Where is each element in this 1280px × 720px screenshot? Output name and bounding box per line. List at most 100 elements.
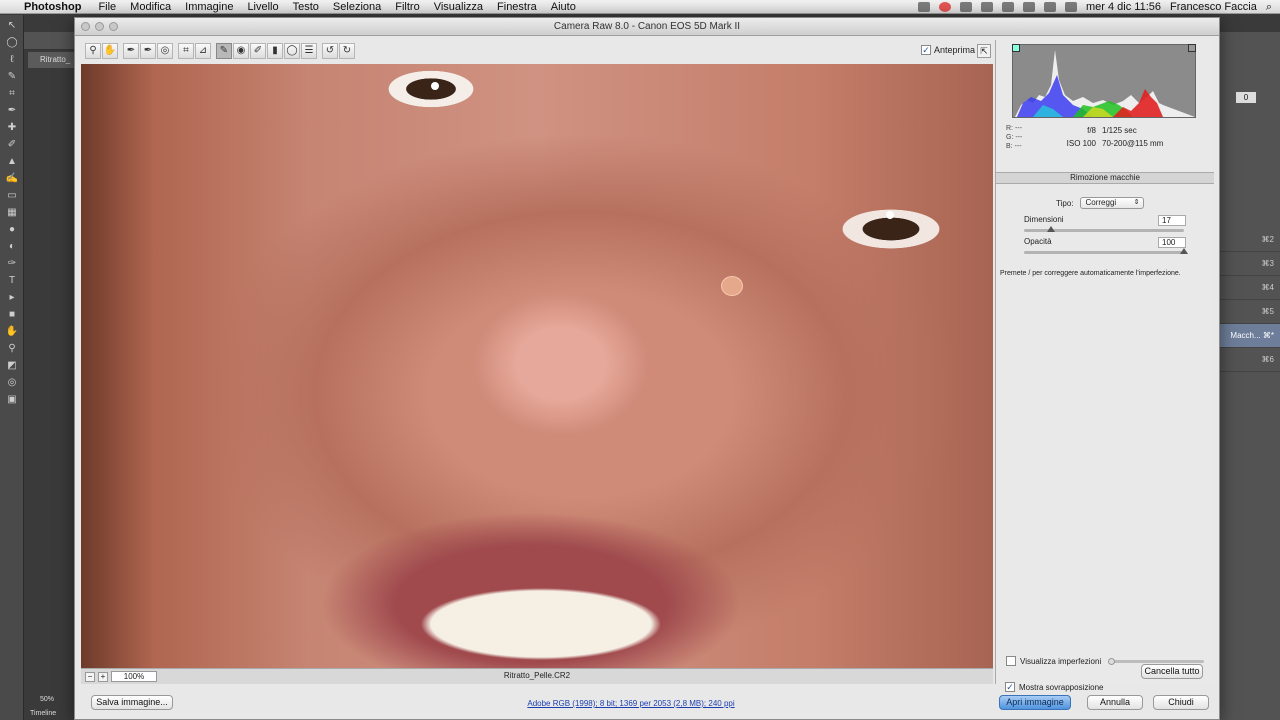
bluetooth-icon[interactable]	[1002, 2, 1014, 12]
healing-tool-icon[interactable]: ✚	[4, 122, 20, 134]
path-select-icon[interactable]: ▸	[4, 292, 20, 304]
opt-value-field[interactable]: 0	[1236, 92, 1256, 103]
blur-tool-icon[interactable]: ●	[4, 224, 20, 236]
shape-tool-icon[interactable]: ■	[4, 309, 20, 321]
straighten-tool-icon[interactable]: ⊿	[195, 43, 211, 59]
size-value-field[interactable]: 17	[1158, 215, 1186, 226]
close-window-button[interactable]	[81, 22, 90, 31]
fullscreen-icon[interactable]: ⇱	[977, 44, 991, 58]
show-overlay-checkbox[interactable]: ✓	[1005, 682, 1015, 692]
color-sampler-tool-icon[interactable]: ✒	[140, 43, 156, 59]
white-balance-tool-icon[interactable]: ✒	[123, 43, 139, 59]
zoom-tool-icon[interactable]: ⚲	[4, 343, 20, 355]
menu-finestra[interactable]: Finestra	[497, 1, 537, 13]
record-icon[interactable]	[939, 2, 951, 12]
spot-removal-tool-icon[interactable]: ✎	[216, 43, 232, 59]
red-eye-tool-icon[interactable]: ◉	[233, 43, 249, 59]
user-name[interactable]: Francesco Faccia	[1170, 1, 1257, 13]
preferences-icon[interactable]: ☰	[301, 43, 317, 59]
visualize-spots-checkbox[interactable]	[1006, 656, 1016, 666]
pen-tool-icon[interactable]: ✑	[4, 258, 20, 270]
quick-mask-icon[interactable]: ◎	[4, 377, 20, 389]
shadow-clipping-warning-icon[interactable]	[1012, 44, 1020, 52]
show-overlay-toggle[interactable]: ✓ Mostra sovrapposizione	[1005, 682, 1103, 692]
menu-modifica[interactable]: Modifica	[130, 1, 171, 13]
timeline-tab[interactable]: Timeline	[30, 710, 56, 717]
size-slider-handle[interactable]	[1047, 226, 1056, 232]
wifi-icon[interactable]	[1023, 2, 1035, 12]
history-row[interactable]: ⌘5	[1216, 300, 1280, 324]
visualize-threshold-slider[interactable]	[1110, 660, 1204, 663]
brush-tool-icon[interactable]: ✐	[4, 139, 20, 151]
spot-removal-circle[interactable]	[721, 276, 743, 296]
type-select[interactable]: Correggi	[1079, 197, 1144, 209]
hand-tool-icon[interactable]: ✋	[102, 43, 118, 59]
minimize-window-button[interactable]	[95, 22, 104, 31]
radial-filter-icon[interactable]: ◯	[284, 43, 300, 59]
gradient-tool-icon[interactable]: ▦	[4, 207, 20, 219]
menu-aiuto[interactable]: Aiuto	[551, 1, 576, 13]
document-tab[interactable]: Ritratto_	[28, 52, 74, 68]
color-swatches-icon[interactable]: ◩	[4, 360, 20, 372]
crop-tool-icon[interactable]: ⌗	[4, 88, 20, 100]
screen-mode-icon[interactable]: ▣	[4, 394, 20, 406]
cancel-button[interactable]: Annulla	[1087, 695, 1143, 710]
rotate-left-icon[interactable]: ↺	[322, 43, 338, 59]
zoom-tool-icon[interactable]: ⚲	[85, 43, 101, 59]
preview-checkbox[interactable]: ✓	[921, 45, 931, 55]
history-row[interactable]: ⌘6	[1216, 348, 1280, 372]
history-brush-icon[interactable]: ✍	[4, 173, 20, 185]
save-image-button[interactable]: Salva immagine...	[91, 695, 173, 710]
graduated-filter-icon[interactable]: ▮	[267, 43, 283, 59]
move-tool-icon[interactable]: ↖	[4, 20, 20, 32]
menu-file[interactable]: File	[98, 1, 116, 13]
eyedropper-tool-icon[interactable]: ✒	[4, 105, 20, 117]
input-menu-icon[interactable]	[1044, 2, 1056, 12]
lasso-tool-icon[interactable]: ℓ	[4, 54, 20, 66]
acr-toolbar: ⚲ ✋ ✒ ✒ ◎ ⌗ ⊿ ✎ ◉ ✐ ▮ ◯ ☰ ↺ ↻ ✓ Anteprim…	[81, 40, 991, 64]
highlight-clipping-warning-icon[interactable]	[1188, 44, 1196, 52]
opacity-slider-handle[interactable]	[1180, 248, 1188, 254]
visualize-spots-toggle[interactable]: Visualizza imperfezioni	[1006, 656, 1101, 666]
marquee-tool-icon[interactable]: ◯	[4, 37, 20, 49]
zoom-window-button[interactable]	[109, 22, 118, 31]
stamp-tool-icon[interactable]: ▲	[4, 156, 20, 168]
visualize-spots-label: Visualizza imperfezioni	[1020, 656, 1102, 666]
crop-tool-icon[interactable]: ⌗	[178, 43, 194, 59]
opacity-slider[interactable]	[1024, 251, 1184, 254]
menu-seleziona[interactable]: Seleziona	[333, 1, 381, 13]
workflow-options-link[interactable]: Adobe RGB (1998); 8 bit; 1369 per 2053 (…	[375, 699, 887, 708]
spotlight-icon[interactable]: ⌕	[1266, 1, 1272, 14]
targeted-adjustment-icon[interactable]: ◎	[157, 43, 173, 59]
history-row[interactable]: ⌘4	[1216, 276, 1280, 300]
volume-icon[interactable]	[1065, 2, 1077, 12]
image-preview[interactable]	[81, 64, 993, 668]
ps-zoom-level[interactable]: 50%	[40, 696, 54, 703]
type-tool-icon[interactable]: T	[4, 275, 20, 287]
adjustment-brush-icon[interactable]: ✐	[250, 43, 266, 59]
quick-select-icon[interactable]: ✎	[4, 71, 20, 83]
display-icon[interactable]	[960, 2, 972, 12]
menu-livello[interactable]: Livello	[247, 1, 278, 13]
menu-visualizza[interactable]: Visualizza	[434, 1, 483, 13]
visualize-threshold-handle[interactable]	[1108, 658, 1115, 665]
history-row[interactable]: ⌘3	[1216, 252, 1280, 276]
eraser-tool-icon[interactable]: ▭	[4, 190, 20, 202]
history-row-selected[interactable]: Macch... ⌘*	[1216, 324, 1280, 348]
hand-tool-icon[interactable]: ✋	[4, 326, 20, 338]
rotate-right-icon[interactable]: ↻	[339, 43, 355, 59]
history-row[interactable]: ⌘2	[1216, 228, 1280, 252]
clear-all-button[interactable]: Cancella tutto	[1141, 664, 1203, 679]
menu-immagine[interactable]: Immagine	[185, 1, 233, 13]
done-button[interactable]: Chiudi	[1153, 695, 1209, 710]
opacity-value-field[interactable]: 100	[1158, 237, 1186, 248]
dodge-tool-icon[interactable]: ◐	[4, 241, 20, 253]
time-machine-icon[interactable]	[981, 2, 993, 12]
app-menu[interactable]: Photoshop	[24, 1, 81, 13]
open-image-button[interactable]: Apri immagine	[999, 695, 1071, 710]
preview-toggle[interactable]: ✓ Anteprima	[921, 45, 975, 55]
script-icon[interactable]	[918, 2, 930, 12]
menu-testo[interactable]: Testo	[293, 1, 319, 13]
menu-filtro[interactable]: Filtro	[395, 1, 419, 13]
clock[interactable]: mer 4 dic 11:56	[1086, 1, 1161, 13]
